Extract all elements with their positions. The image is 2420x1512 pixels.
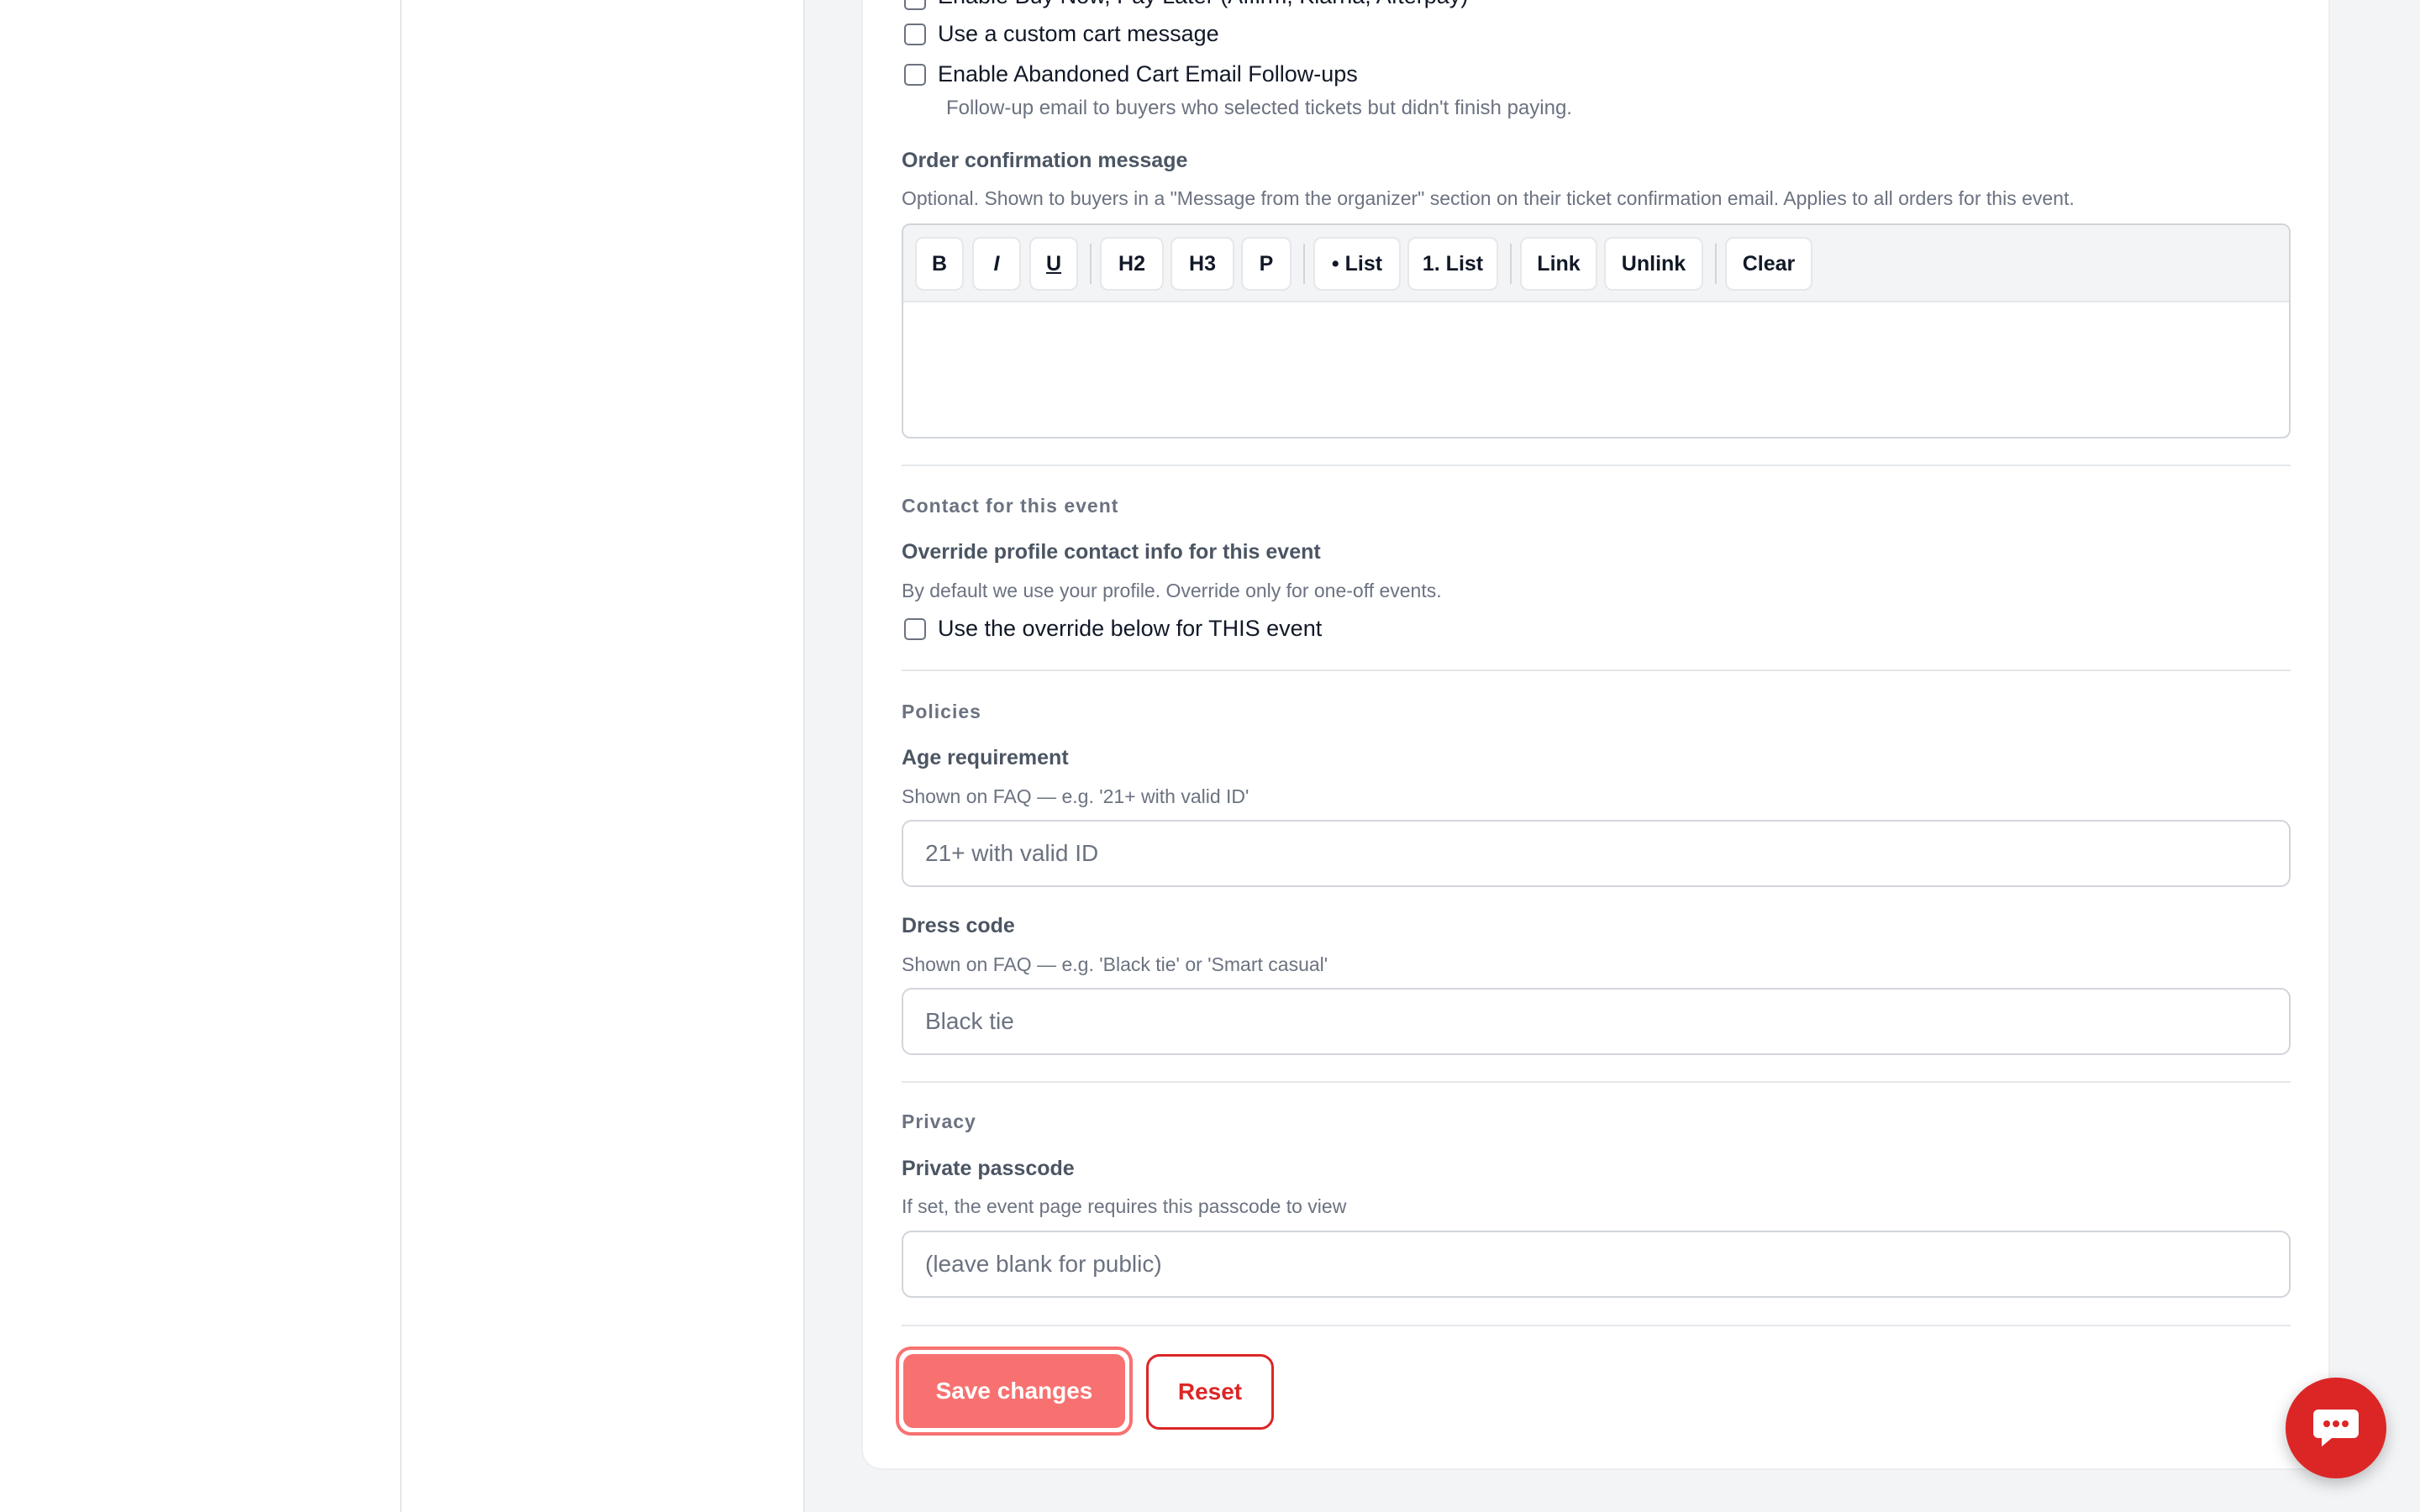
toolbar-separator: [1090, 244, 1092, 284]
section-divider: [902, 465, 2291, 466]
age-requirement-help: Shown on FAQ — e.g. '21+ with valid ID': [902, 785, 1249, 807]
custom-cart-message-checkbox[interactable]: [904, 24, 926, 45]
paragraph-button[interactable]: P: [1241, 237, 1292, 291]
passcode-help: If set, the event page requires this pas…: [902, 1195, 1347, 1217]
contact-section-title: Contact for this event: [902, 495, 1119, 517]
contact-override-help: By default we use your profile. Override…: [902, 580, 1442, 601]
chat-launcher-button[interactable]: [2286, 1378, 2386, 1478]
order-confirmation-help: Optional. Shown to buyers in a "Message …: [902, 187, 2075, 209]
secondary-sidebar: [403, 0, 805, 1512]
abandoned-cart-label: Enable Abandoned Cart Email Follow-ups: [938, 61, 1358, 87]
left-sidebar: [0, 0, 402, 1512]
order-confirmation-label: Order confirmation message: [902, 149, 1188, 172]
toolbar-separator: [1510, 244, 1512, 284]
editor-content-area[interactable]: [903, 302, 2289, 437]
bullet-list-button[interactable]: • List: [1313, 237, 1401, 291]
toolbar-separator: [1303, 244, 1305, 284]
policies-section-title: Policies: [902, 701, 981, 722]
numbered-list-button[interactable]: 1. List: [1407, 237, 1498, 291]
contact-override-label: Override profile contact info for this e…: [902, 540, 1321, 564]
abandoned-cart-help: Follow-up email to buyers who selected t…: [946, 97, 1572, 119]
custom-cart-message-label: Use a custom cart message: [938, 21, 1219, 46]
bold-button[interactable]: B: [915, 237, 964, 291]
link-button[interactable]: Link: [1520, 237, 1597, 291]
heading-2-button[interactable]: H2: [1100, 237, 1164, 291]
age-requirement-label: Age requirement: [902, 746, 1069, 769]
contact-override-checkbox-label: Use the override below for THIS event: [938, 616, 1323, 641]
section-divider: [902, 669, 2291, 671]
dress-code-input[interactable]: Black tie: [902, 988, 2291, 1055]
age-requirement-input[interactable]: 21+ with valid ID: [902, 820, 2291, 887]
bnpl-checkbox[interactable]: [904, 0, 926, 10]
section-divider: [902, 1081, 2291, 1083]
unlink-button[interactable]: Unlink: [1604, 237, 1703, 291]
section-divider: [902, 1325, 2291, 1326]
save-changes-button[interactable]: Save changes: [896, 1347, 1133, 1436]
clear-format-button[interactable]: Clear: [1725, 237, 1812, 291]
dress-code-help: Shown on FAQ — e.g. 'Black tie' or 'Smar…: [902, 953, 1328, 975]
dress-code-label: Dress code: [902, 914, 1015, 937]
italic-button[interactable]: I: [972, 237, 1021, 291]
passcode-label: Private passcode: [902, 1157, 1075, 1180]
save-changes-label: Save changes: [903, 1354, 1125, 1428]
bnpl-checkbox-label: Enable Buy Now, Pay Later (Affirm, Klarn…: [938, 0, 1468, 9]
passcode-input[interactable]: (leave blank for public): [902, 1231, 2291, 1298]
heading-3-button[interactable]: H3: [1171, 237, 1234, 291]
privacy-section-title: Privacy: [902, 1110, 976, 1132]
abandoned-cart-checkbox[interactable]: [904, 64, 926, 86]
rich-text-editor: B I U H2 H3 P • List 1. List Link Unlink…: [902, 223, 2291, 438]
editor-toolbar: B I U H2 H3 P • List 1. List Link Unlink…: [903, 225, 2289, 302]
toolbar-separator: [1715, 244, 1717, 284]
reset-button[interactable]: Reset: [1146, 1354, 1274, 1430]
underline-button[interactable]: U: [1029, 237, 1078, 291]
chat-bubble-icon: [2313, 1410, 2359, 1446]
contact-override-checkbox[interactable]: [904, 618, 926, 640]
